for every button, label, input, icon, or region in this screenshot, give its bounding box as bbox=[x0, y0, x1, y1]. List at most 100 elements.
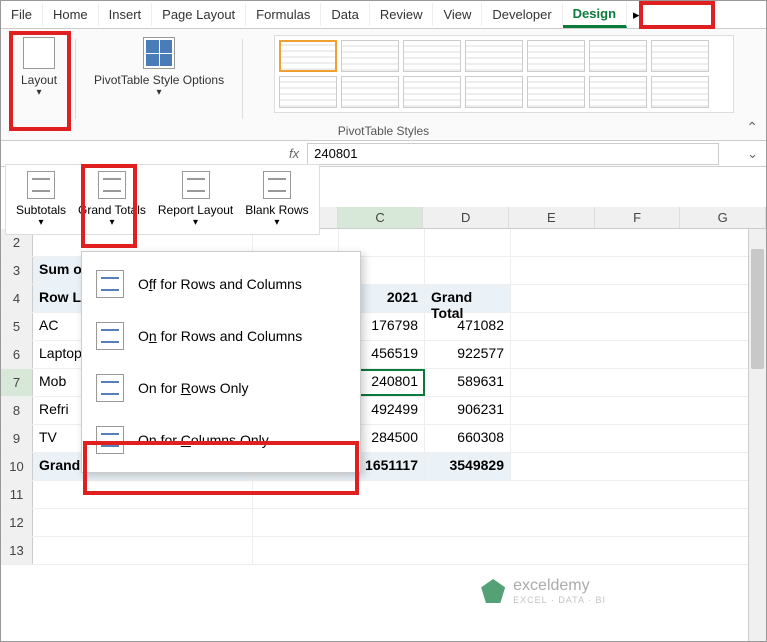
cell[interactable] bbox=[33, 509, 253, 536]
separator bbox=[242, 39, 243, 119]
tab-insert[interactable]: Insert bbox=[99, 3, 153, 26]
row-header[interactable]: 6 bbox=[1, 341, 33, 368]
fx-icon[interactable]: fx bbox=[281, 146, 307, 161]
style-thumb[interactable] bbox=[341, 76, 399, 108]
menu-on-columns-only[interactable]: On for Columns Only bbox=[82, 414, 360, 466]
report-layout-icon bbox=[182, 171, 210, 199]
row-header[interactable]: 5 bbox=[1, 313, 33, 340]
scroll-thumb[interactable] bbox=[751, 249, 764, 369]
cell[interactable]: 660308 bbox=[425, 425, 511, 452]
blank-rows-icon bbox=[263, 171, 291, 199]
col-header-e[interactable]: E bbox=[509, 207, 595, 228]
cell[interactable]: 471082 bbox=[425, 313, 511, 340]
report-layout-button[interactable]: Report Layout ▾ bbox=[154, 169, 237, 230]
menu-label: Off for Rows and Columns bbox=[138, 276, 302, 292]
row-header[interactable]: 3 bbox=[1, 257, 33, 284]
cell[interactable]: 3549829 bbox=[425, 453, 511, 480]
tab-data[interactable]: Data bbox=[321, 3, 369, 26]
pivottable-style-options-button[interactable]: PivotTable Style Options ▾ bbox=[90, 35, 228, 100]
row-header[interactable]: 7 bbox=[1, 369, 33, 396]
cell[interactable] bbox=[33, 537, 253, 564]
chevron-down-icon: ▾ bbox=[37, 87, 42, 98]
watermark-brand: exceldemy bbox=[513, 577, 606, 595]
collapse-ribbon-icon[interactable]: ⌃ bbox=[746, 119, 758, 136]
menu-icon bbox=[96, 322, 124, 350]
menu-icon bbox=[96, 426, 124, 454]
grand-totals-button[interactable]: Grand Totals ▾ bbox=[74, 169, 150, 230]
col-header-g[interactable]: G bbox=[680, 207, 766, 228]
tab-formulas[interactable]: Formulas bbox=[246, 3, 321, 26]
col-header-d[interactable]: D bbox=[423, 207, 509, 228]
tab-file[interactable]: File bbox=[1, 3, 43, 26]
style-thumb[interactable] bbox=[465, 76, 523, 108]
table-row: 12 bbox=[1, 509, 766, 537]
blank-rows-button[interactable]: Blank Rows ▾ bbox=[241, 169, 312, 230]
tab-developer[interactable]: Developer bbox=[482, 3, 562, 26]
col-header-c[interactable]: C bbox=[338, 207, 424, 228]
chevron-down-icon: ▾ bbox=[274, 217, 279, 228]
cell[interactable]: 589631 bbox=[425, 369, 511, 396]
style-thumb[interactable] bbox=[651, 76, 709, 108]
watermark-sub: EXCEL · DATA · BI bbox=[513, 595, 606, 605]
row-header[interactable]: 12 bbox=[1, 509, 33, 536]
menu-off-rows-cols[interactable]: Off for Rows and Columns bbox=[82, 258, 360, 310]
cell[interactable] bbox=[33, 481, 253, 508]
row-header[interactable]: 4 bbox=[1, 285, 33, 312]
menu-label: On for Rows Only bbox=[138, 380, 249, 396]
style-thumb[interactable] bbox=[651, 40, 709, 72]
pivottable-styles-gallery[interactable] bbox=[274, 35, 734, 113]
cell[interactable] bbox=[425, 229, 511, 256]
layout-button[interactable]: Layout ▾ bbox=[17, 35, 61, 100]
row-header[interactable]: 13 bbox=[1, 537, 33, 564]
cell[interactable]: Grand Total bbox=[425, 285, 511, 312]
styles-group-label: PivotTable Styles bbox=[338, 124, 429, 138]
vertical-scrollbar[interactable] bbox=[748, 229, 766, 641]
layout-label: Layout bbox=[21, 73, 57, 87]
grand-totals-label: Grand Totals bbox=[78, 203, 146, 217]
tab-view[interactable]: View bbox=[433, 3, 482, 26]
chevron-down-icon: ▾ bbox=[109, 217, 114, 228]
row-header[interactable]: 8 bbox=[1, 397, 33, 424]
style-thumb[interactable] bbox=[279, 40, 337, 72]
style-thumb[interactable] bbox=[589, 40, 647, 72]
blank-rows-label: Blank Rows bbox=[245, 203, 308, 217]
menu-icon bbox=[96, 270, 124, 298]
menu-on-rows-only[interactable]: On for Rows Only bbox=[82, 362, 360, 414]
menu-on-rows-cols[interactable]: On for Rows and Columns bbox=[82, 310, 360, 362]
tab-review[interactable]: Review bbox=[370, 3, 434, 26]
tab-page-layout[interactable]: Page Layout bbox=[152, 3, 246, 26]
style-thumb[interactable] bbox=[403, 40, 461, 72]
formula-expand-icon[interactable]: ⌄ bbox=[739, 146, 766, 162]
grand-totals-menu: Off for Rows and Columns On for Rows and… bbox=[81, 251, 361, 473]
tab-scroll-right-icon[interactable]: ▸ bbox=[627, 3, 646, 27]
pt-options-label: PivotTable Style Options bbox=[94, 73, 224, 87]
tab-home[interactable]: Home bbox=[43, 3, 99, 26]
style-thumb[interactable] bbox=[403, 76, 461, 108]
cell[interactable]: 922577 bbox=[425, 341, 511, 368]
grid-icon bbox=[143, 37, 175, 69]
formula-input[interactable] bbox=[307, 143, 719, 165]
style-thumb[interactable] bbox=[279, 76, 337, 108]
row-header[interactable]: 10 bbox=[1, 453, 33, 480]
menu-label: On for Rows and Columns bbox=[138, 328, 302, 344]
tab-design[interactable]: Design bbox=[563, 2, 627, 28]
menu-icon bbox=[96, 374, 124, 402]
separator bbox=[75, 39, 76, 119]
logo-icon bbox=[481, 579, 505, 603]
chevron-down-icon: ▾ bbox=[157, 87, 162, 98]
col-header-f[interactable]: F bbox=[595, 207, 681, 228]
row-header[interactable]: 9 bbox=[1, 425, 33, 452]
table-row: 13 bbox=[1, 537, 766, 565]
style-thumb[interactable] bbox=[341, 40, 399, 72]
cell[interactable]: 906231 bbox=[425, 397, 511, 424]
menu-label: On for Columns Only bbox=[138, 432, 269, 448]
style-thumb[interactable] bbox=[465, 40, 523, 72]
style-thumb[interactable] bbox=[527, 76, 585, 108]
row-header[interactable]: 11 bbox=[1, 481, 33, 508]
watermark: exceldemy EXCEL · DATA · BI bbox=[481, 577, 606, 605]
layout-subpanel: Subtotals ▾ Grand Totals ▾ Report Layout… bbox=[5, 164, 320, 235]
cell[interactable] bbox=[425, 257, 511, 284]
subtotals-button[interactable]: Subtotals ▾ bbox=[12, 169, 70, 230]
style-thumb[interactable] bbox=[589, 76, 647, 108]
style-thumb[interactable] bbox=[527, 40, 585, 72]
